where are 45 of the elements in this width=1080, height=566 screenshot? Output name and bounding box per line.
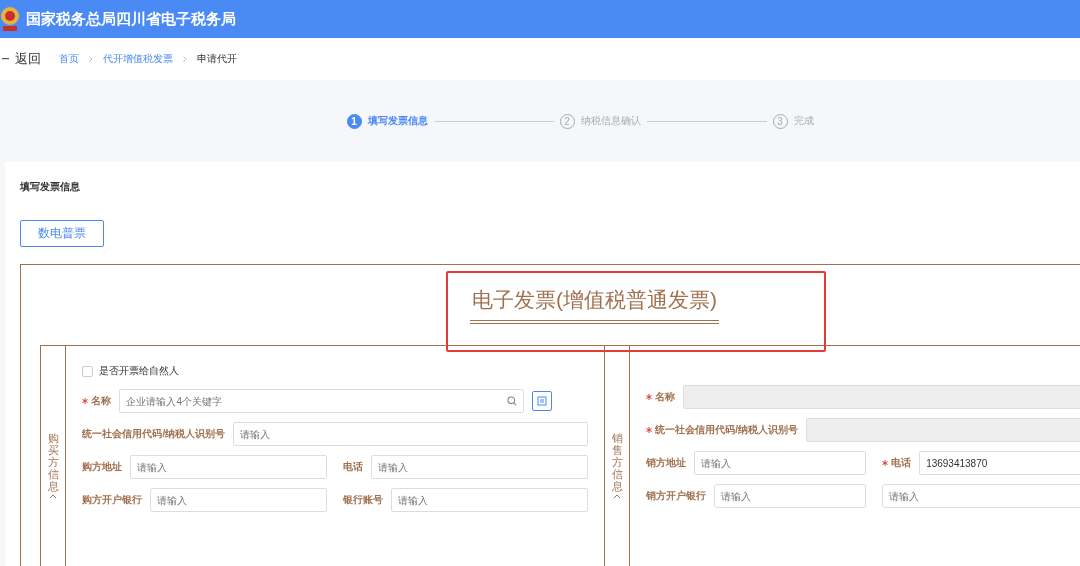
field-label: 销方开户银行 [646, 489, 707, 503]
chevron-icon [89, 56, 93, 62]
field-label: 银行账号 [343, 493, 384, 507]
checkbox[interactable]: 是否开票给自然人 [82, 364, 588, 378]
back-link[interactable]: 返回 [2, 50, 41, 68]
collapse-icon[interactable] [49, 494, 58, 500]
invoice-type-button[interactable]: 数电普票 [20, 220, 104, 247]
input-field[interactable]: 请输入 [130, 455, 328, 479]
field-label: 名称 [655, 390, 676, 404]
dash-icon [2, 58, 9, 60]
field-label: 统一社会信用代码/纳税人识别号 [655, 423, 799, 437]
chevron-icon [183, 56, 187, 62]
step-label: 纳税信息确认 [580, 114, 641, 128]
document-icon [537, 396, 548, 406]
input-field[interactable]: 请输入 [694, 451, 867, 475]
step-label: 填写发票信息 [367, 114, 428, 128]
site-title: 国家税务总局四川省电子税务局 [26, 9, 236, 29]
input-field[interactable]: 请输入 [150, 488, 328, 512]
field-label: 销方地址 [646, 456, 687, 470]
search-field[interactable]: 企业请输入4个关键字 [119, 389, 525, 413]
breadcrumb-link[interactable]: 申请代开 [197, 52, 237, 66]
step-label: 完成 [793, 114, 814, 128]
side-label: 销售方信息 [611, 431, 623, 493]
input-field[interactable]: 13693413870 [919, 451, 1080, 475]
search-icon [507, 396, 518, 406]
emblem-icon [0, 6, 20, 32]
field-label: 名称 [91, 394, 112, 408]
list-button[interactable] [532, 391, 553, 411]
field-label: 统一社会信用代码/纳税人识别号 [82, 427, 226, 441]
breadcrumb-link[interactable]: 首页 [59, 52, 79, 66]
collapse-icon[interactable] [613, 494, 622, 500]
input-field[interactable]: 请输入 [371, 455, 588, 479]
input-field[interactable]: 请输入 [391, 488, 588, 512]
input-field[interactable]: 请输入 [233, 422, 588, 446]
section-title: 填写发票信息 [20, 180, 81, 194]
field-label: 购方开户银行 [82, 493, 143, 507]
step-number: 1 [346, 113, 362, 129]
invoice-title: 电子发票(增值税普通发票) [470, 286, 719, 324]
field-label: 电话 [891, 456, 912, 470]
breadcrumb-link[interactable]: 代开增值税发票 [103, 52, 173, 66]
field-label: 购方地址 [82, 460, 123, 474]
side-label: 购买方信息 [47, 431, 59, 493]
field-label: 电话 [343, 460, 364, 474]
input-field[interactable]: 请输入 [882, 484, 1080, 508]
input-field[interactable]: 请输入 [714, 484, 867, 508]
